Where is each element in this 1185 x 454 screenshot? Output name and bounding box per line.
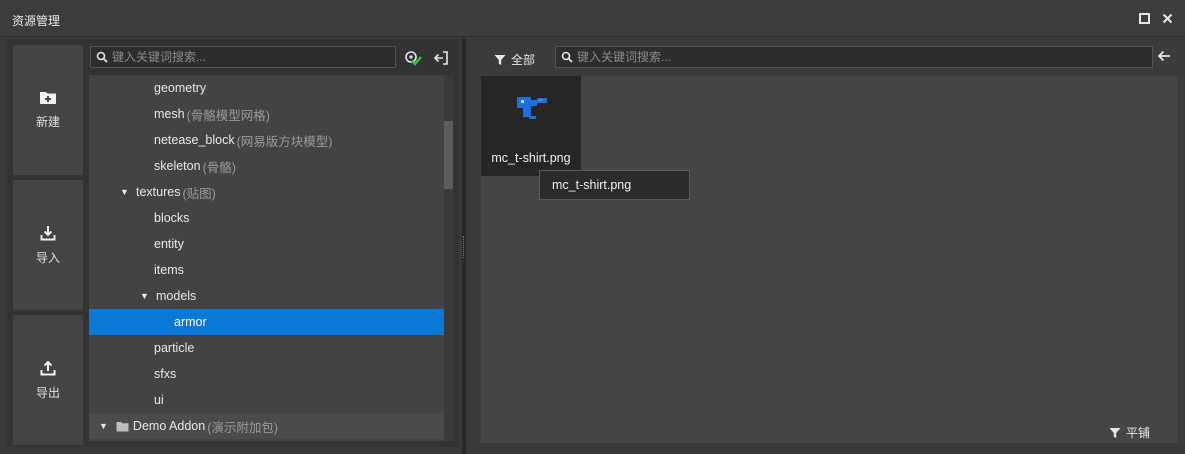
filter-label: 全部 — [511, 53, 536, 67]
resource-tree-pane: 新建 导入 导出 ge — [7, 39, 459, 447]
new-button-label: 新建 — [35, 115, 60, 129]
new-button[interactable]: 新建 — [13, 45, 83, 175]
search-icon — [96, 51, 108, 63]
tree-item-particle[interactable]: particle — [89, 335, 444, 361]
asset-tile[interactable]: mc_t-shirt.png — [481, 76, 581, 176]
tree-item-geometry[interactable]: geometry — [89, 75, 444, 101]
tree-item-label: skeleton — [154, 159, 201, 173]
collapse-pane-icon[interactable] — [432, 49, 450, 67]
tree-scrollbar-thumb[interactable] — [444, 121, 453, 189]
asset-grid: mc_t-shirt.png mc_t-shirt.png 平铺 — [481, 76, 1178, 443]
tree-item-sublabel: (骨骼) — [202, 160, 236, 175]
asset-name: mc_t-shirt.png — [491, 151, 571, 165]
folder-icon — [116, 421, 129, 431]
view-mode-button[interactable]: 平铺 — [1109, 424, 1150, 441]
close-icon[interactable] — [1160, 11, 1174, 25]
tree-item-models[interactable]: ▼ models — [89, 283, 444, 309]
tree-search-input[interactable] — [112, 50, 392, 64]
tree-item-label: textures — [136, 185, 181, 199]
filter-icon — [1109, 427, 1121, 438]
tree-item-label: Demo Addon — [132, 419, 206, 433]
tree-item-armor[interactable]: armor — [89, 309, 444, 335]
tree-item-sublabel: (骨骼模型网格) — [186, 108, 270, 123]
tree-search-box[interactable] — [90, 46, 396, 68]
tree-item-demo-addon[interactable]: ▼ Demo Addon (演示附加包) — [89, 413, 444, 439]
tree-item-entity[interactable]: entity — [89, 231, 444, 257]
tree-item-sublabel: (演示附加包) — [207, 420, 279, 435]
export-button-label: 导出 — [35, 385, 60, 400]
t-shirt-texture-thumbnail — [517, 97, 547, 119]
filter-icon — [494, 54, 506, 65]
expand-caret-icon[interactable]: ▼ — [120, 187, 130, 197]
tree-item-label: sfxs — [154, 367, 177, 381]
expand-caret-icon[interactable]: ▼ — [99, 421, 108, 431]
asset-search-box[interactable] — [555, 46, 1153, 68]
asset-tooltip: mc_t-shirt.png — [539, 170, 690, 200]
tree-item-blocks[interactable]: blocks — [89, 205, 444, 231]
window-title: 资源管理 — [12, 14, 61, 28]
tree-item-label: blocks — [154, 211, 190, 225]
import-button[interactable]: 导入 — [13, 180, 83, 310]
new-folder-icon — [40, 92, 56, 104]
tree-item-label: items — [154, 263, 184, 277]
tree-item-label: entity — [154, 237, 184, 251]
export-button[interactable]: 导出 — [13, 315, 83, 445]
tree-item-label: ui — [154, 393, 164, 407]
tree-item-label: mesh — [154, 107, 185, 121]
tree-item-sublabel: (网易版方块模型) — [236, 134, 333, 149]
tree-item-items[interactable]: items — [89, 257, 444, 283]
tree-item-label: netease_block — [154, 133, 235, 147]
tree-item-netease-block[interactable]: netease_block (网易版方块模型) — [89, 127, 444, 153]
tree-item-label: geometry — [154, 81, 207, 95]
view-mode-label: 平铺 — [1126, 426, 1151, 440]
tree-item-mesh[interactable]: mesh (骨骼模型网格) — [89, 101, 444, 127]
tree-item-sfxs[interactable]: sfxs — [89, 361, 444, 387]
filter-all-button[interactable]: 全部 — [494, 51, 535, 68]
tree-item-sublabel: (贴图) — [182, 186, 216, 201]
expand-caret-icon[interactable]: ▼ — [140, 291, 150, 301]
back-arrow-icon[interactable] — [1157, 49, 1171, 66]
maximize-icon[interactable] — [1137, 11, 1151, 25]
tree-item-label: particle — [154, 341, 195, 355]
export-icon — [40, 360, 56, 375]
import-button-label: 导入 — [35, 250, 60, 265]
asset-browser-pane: 全部 mc_t-shirt.png mc_t-shirt.png — [468, 39, 1185, 447]
title-bar: 资源管理 — [0, 0, 1185, 37]
search-icon — [561, 51, 573, 63]
import-icon — [40, 225, 56, 240]
tree-item-ui[interactable]: ui — [89, 387, 444, 413]
tree-item-skeleton[interactable]: skeleton (骨骼) — [89, 153, 444, 179]
locate-asset-icon[interactable] — [404, 49, 422, 67]
asset-search-input[interactable] — [577, 50, 1137, 64]
tree-item-label: models — [156, 289, 197, 303]
splitter-grip-icon[interactable] — [463, 236, 465, 258]
asset-tree: geometry mesh (骨骼模型网格) netease_block (网易… — [89, 75, 444, 441]
tree-item-label: armor — [174, 315, 207, 329]
tree-item-textures[interactable]: ▼ textures (贴图) — [89, 179, 444, 205]
